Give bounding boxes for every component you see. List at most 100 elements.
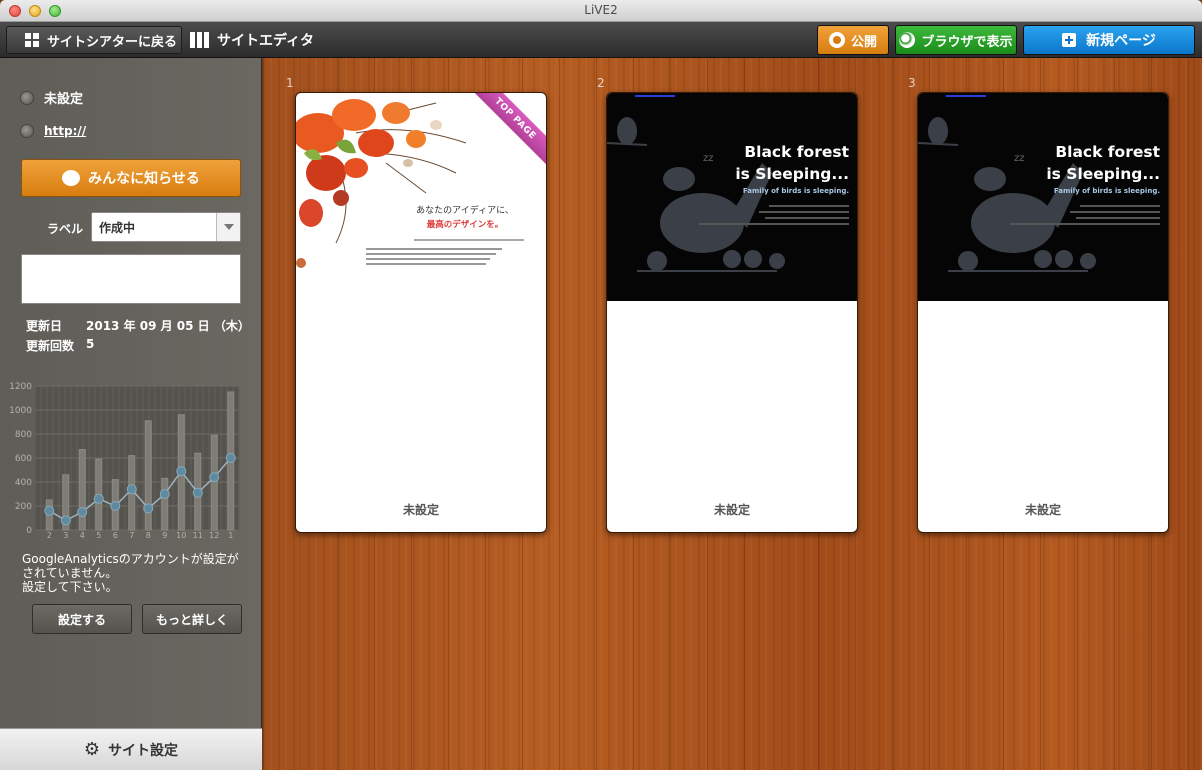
- chart-x-tick-label: 12: [209, 531, 219, 540]
- plus-icon: [1062, 33, 1077, 47]
- page1-paragraph: [366, 248, 506, 268]
- site-settings-button[interactable]: ⚙ サイト設定: [0, 728, 262, 770]
- site-url-link[interactable]: http://: [44, 124, 86, 138]
- site-editor-label: サイトエディタ: [217, 33, 315, 49]
- chevron-down-icon: [216, 213, 240, 241]
- globe-icon: [899, 32, 916, 48]
- page-board: 1 TOP PAGE あなたのアイディアに、 最高のデザインを。 未設定 2 z…: [263, 58, 1202, 770]
- chart-point: [44, 505, 55, 516]
- publish-button[interactable]: 公開: [817, 25, 889, 55]
- chart-point: [225, 453, 236, 463]
- chart-x-tick-label: 3: [63, 531, 68, 540]
- share-label: みんなに知らせる: [88, 171, 200, 187]
- speech-bubble-icon: [62, 170, 81, 186]
- page2-subtitle: Family of birds is sleeping.: [742, 187, 849, 195]
- chart-point: [77, 507, 88, 517]
- page-card-label: 未設定: [1024, 503, 1061, 517]
- analytics-notice-line2: されていません。: [22, 566, 118, 580]
- label-caption: ラベル: [47, 222, 84, 236]
- new-page-button[interactable]: 新規ページ: [1023, 25, 1195, 55]
- chart-point: [143, 503, 154, 514]
- chart-y-tick-label: 1200: [9, 382, 32, 392]
- page-card-1[interactable]: TOP PAGE あなたのアイディアに、 最高のデザインを。 未設定: [295, 92, 547, 533]
- update-count-value: 5: [86, 337, 95, 351]
- chart-bar: [144, 420, 152, 531]
- chart-point: [209, 472, 220, 483]
- sleeping-birds-illustration: zz: [607, 95, 785, 272]
- label-select-value: 作成中: [99, 220, 136, 235]
- setup-analytics-button[interactable]: 設定する: [32, 604, 132, 634]
- chart-x-tick-label: 9: [162, 531, 167, 540]
- page-card-label: 未設定: [402, 503, 439, 517]
- chart-point: [126, 484, 137, 495]
- chart-point: [176, 466, 187, 477]
- chart-point: [159, 489, 170, 499]
- chart-bar: [78, 449, 86, 531]
- updated-value: 2013 年 09 月 05 日 （木）: [86, 319, 250, 333]
- chart-x-tick-label: 2: [47, 531, 52, 540]
- page1-headline: あなたのアイディアに、: [416, 206, 514, 216]
- chart-y-tick-label: 800: [15, 430, 32, 440]
- page-card-2[interactable]: zz Black forest is Sleeping... Family of…: [606, 92, 858, 533]
- chart-x-tick-label: 6: [113, 531, 118, 540]
- chart-y-tick-label: 400: [15, 478, 32, 488]
- analytics-chart-svg: 0 200 400 600 800 1000 1200 2 3 4 5 6 7 8 9 10 11 12 1: [9, 382, 240, 540]
- page-number: 1: [286, 76, 294, 90]
- memo-textarea[interactable]: [21, 254, 241, 304]
- learn-more-button[interactable]: もっと詳しく: [142, 604, 242, 634]
- view-in-browser-button[interactable]: ブラウザで表示: [895, 25, 1017, 55]
- updated-caption: 更新日: [26, 319, 63, 333]
- window-title: LiVE2: [584, 3, 618, 17]
- back-to-site-theater-button[interactable]: サイトシアターに戻る: [6, 26, 182, 54]
- analytics-notice-line1: GoogleAnalyticsのアカウントが設定が: [22, 552, 239, 566]
- chart-point: [110, 501, 121, 511]
- black-forest-thumbnail: zz Black forest is Sleeping... Family of…: [918, 93, 1168, 301]
- chart-x-tick-label: 11: [193, 531, 203, 540]
- page2-title: Black forest is Sleeping...: [735, 141, 849, 185]
- analytics-notice: GoogleAnalyticsのアカウントが設定が されていません。 設定して下…: [22, 552, 252, 594]
- page3-subtitle: Family of birds is sleeping.: [1053, 187, 1160, 195]
- svg-text:zz: zz: [1014, 153, 1025, 164]
- page-card-label: 未設定: [713, 503, 750, 517]
- update-count-caption: 更新回数: [26, 339, 75, 353]
- publish-icon: [828, 32, 845, 48]
- page-number: 2: [597, 76, 605, 90]
- toolbar: サイトシアターに戻る サイトエディタ 公開 ブラウザで表示 新規ページ: [0, 22, 1202, 58]
- svg-text:zz: zz: [703, 153, 714, 164]
- chart-x-tick-label: 5: [96, 531, 101, 540]
- share-button[interactable]: みんなに知らせる: [21, 159, 241, 197]
- page1-body-text: [406, 239, 524, 244]
- black-forest-thumbnail: zz Black forest is Sleeping... Family of…: [607, 93, 857, 301]
- chart-x-tick-label: 4: [80, 531, 85, 540]
- chart-x-tick-label: 7: [129, 531, 134, 540]
- new-page-label: 新規ページ: [1086, 33, 1156, 49]
- label-select[interactable]: 作成中: [91, 212, 241, 242]
- page3-title-line1: Black forest: [1055, 143, 1160, 161]
- globe-icon: [20, 124, 34, 138]
- analytics-chart: 0 200 400 600 800 1000 1200 2 3 4 5 6 7 8 9 10 11 12 1: [5, 380, 243, 540]
- chart-point: [93, 493, 104, 504]
- page1-headline-accent: 最高のデザインを。: [426, 220, 504, 230]
- view-in-browser-label: ブラウザで表示: [921, 34, 1013, 50]
- page3-title-line2: is Sleeping...: [1046, 165, 1160, 183]
- gear-icon: ⚙: [83, 739, 101, 760]
- page-card-3[interactable]: zz Black forest is Sleeping... Family of…: [917, 92, 1169, 533]
- site-editor-title: サイトエディタ: [190, 26, 314, 54]
- globe-icon: [20, 90, 34, 105]
- chart-x-tick-label: 8: [146, 531, 151, 540]
- page3-body-text: [1010, 205, 1160, 229]
- page-number: 3: [908, 76, 916, 90]
- chart-x-tick-label: 10: [176, 531, 186, 540]
- analytics-notice-line3: 設定して下さい。: [22, 580, 118, 594]
- page2-body-text: [699, 205, 849, 229]
- site-name: 未設定: [44, 92, 84, 107]
- chart-point: [60, 515, 71, 526]
- sleeping-birds-illustration: zz: [918, 95, 1096, 272]
- window-titlebar: LiVE2: [0, 0, 1202, 22]
- sidebar: 未設定 http:// みんなに知らせる ラベル 作成中 更新日 2013 年 …: [0, 58, 262, 770]
- grid-icon: [25, 33, 39, 47]
- back-button-label: サイトシアターに戻る: [47, 34, 178, 50]
- chart-bar: [161, 477, 169, 531]
- chart-y-tick-label: 1000: [9, 406, 32, 416]
- publish-label: 公開: [850, 34, 877, 50]
